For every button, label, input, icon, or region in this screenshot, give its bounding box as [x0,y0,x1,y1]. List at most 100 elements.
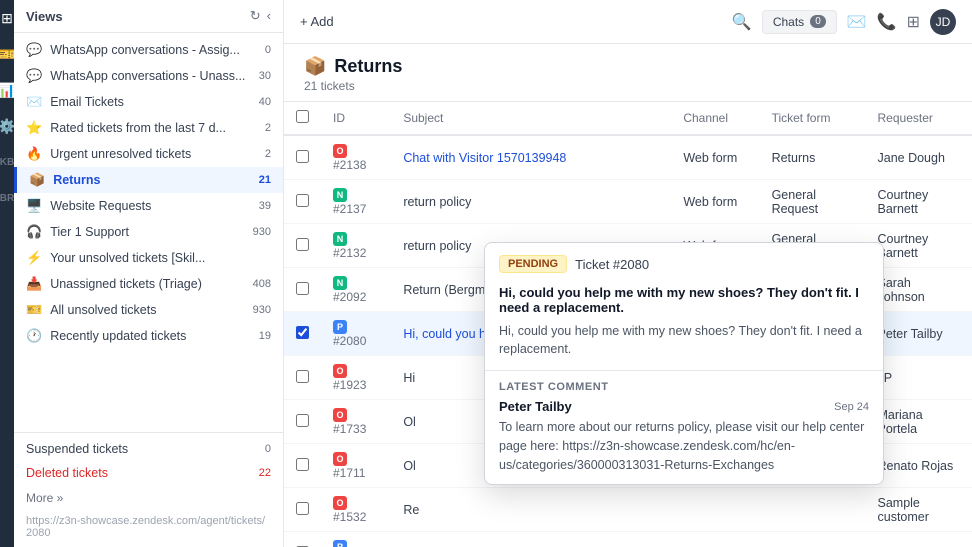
row-checkbox[interactable] [284,532,321,547]
ticket-status-badge: O [333,408,347,422]
sidebar-item-count: 2 [265,148,271,160]
ticket-status-badge: N [333,188,347,202]
row-checkbox[interactable] [284,180,321,224]
ticket-id: O#2138 [321,135,391,180]
row-checkbox[interactable] [284,400,321,444]
sidebar-item-rated-tickets[interactable]: ⭐ Rated tickets from the last 7 d... 2 [14,115,283,141]
chats-label: Chats [773,15,804,29]
ticket-count: 21 tickets [304,79,952,93]
suspended-label: Suspended tickets [26,442,257,456]
table-row[interactable]: N#2137 return policy Web form General Re… [284,180,972,224]
ticket-status-badge: N [333,276,347,290]
sidebar-item-your-unsolved[interactable]: ⚡ Your unsolved tickets [Skil... [14,245,283,271]
row-select-checkbox[interactable] [296,150,309,163]
col-id: ID [321,102,391,135]
sidebar-header: Views ↻ ‹ [14,0,283,33]
row-select-checkbox[interactable] [296,414,309,427]
collapse-icon[interactable]: ‹ [267,8,271,24]
table-row[interactable]: O#2138 Chat with Visitor 1570139948 Web … [284,135,972,180]
add-button[interactable]: + Add [300,14,334,29]
avatar-icon[interactable]: JD [930,9,956,35]
sidebar-item-all-unsolved[interactable]: 🎫 All unsolved tickets 930 [14,297,283,323]
row-select-checkbox[interactable] [296,238,309,251]
ticket-status-badge: N [333,232,347,246]
ticket-subject[interactable]: return policy [391,180,671,224]
sidebar-item-icon: 💬 [26,42,42,58]
popup-comment-section: Latest comment Peter Tailby Sep 24 To le… [485,371,883,484]
sidebar-item-suspended[interactable]: Suspended tickets 0 [14,437,283,461]
row-select-checkbox[interactable] [296,194,309,207]
ticket-channel [671,488,759,532]
row-select-checkbox[interactable] [296,502,309,515]
sidebar-item-count: 30 [259,70,271,82]
refresh-icon[interactable]: ↻ [250,8,261,24]
ticket-status-badge: O [333,452,347,466]
row-checkbox[interactable] [284,224,321,268]
sidebar-divider [14,432,283,433]
ticket-channel: Web form [671,135,759,180]
sidebar-item-icon: ⭐ [26,120,42,136]
row-select-checkbox[interactable] [296,326,309,339]
sidebar-item-label: WhatsApp conversations - Assig... [50,43,257,57]
table-row[interactable]: P#1441 Fa Request Phillip Jordan [284,532,972,547]
sidebar-item-deleted[interactable]: Deleted tickets 22 [14,461,283,485]
ticket-preview-popup: PENDING Ticket #2080 Hi, could you help … [484,242,884,485]
sidebar-item-label: Returns [53,173,251,187]
top-nav: + Add 🔍 Chats 0 ✉️ 📞 ⊞ JD [284,0,972,44]
row-checkbox[interactable] [284,312,321,356]
row-select-checkbox[interactable] [296,458,309,471]
sidebar-item-icon: ⚡ [26,250,42,266]
row-select-checkbox[interactable] [296,282,309,295]
sidebar-item-icon: 💬 [26,68,42,84]
row-checkbox[interactable] [284,268,321,312]
sidebar-item-tier1-support[interactable]: 🎧 Tier 1 Support 930 [14,219,283,245]
ticket-id: O#1733 [321,400,391,444]
deleted-label: Deleted tickets [26,466,251,480]
search-icon[interactable]: 🔍 [732,12,752,32]
sidebar-item-label: Rated tickets from the last 7 d... [50,121,257,135]
sidebar-item-label: Urgent unresolved tickets [50,147,257,161]
sidebar-item-label: Tier 1 Support [50,225,244,239]
sidebar-more[interactable]: More » [14,485,283,511]
row-select-checkbox[interactable] [296,370,309,383]
row-checkbox[interactable] [284,356,321,400]
ticket-subject[interactable]: Chat with Visitor 1570139948 [391,135,671,180]
content-header: 📦 Returns 21 tickets [284,44,972,102]
ticket-form [760,532,866,547]
ticket-table-wrap: ID Subject Channel Ticket form Requester… [284,102,972,547]
page-title: 📦 Returns [304,56,952,77]
popup-ticket-id: Ticket #2080 [575,257,649,272]
select-all-checkbox[interactable] [296,110,309,123]
grid-icon[interactable]: ⊞ [907,12,920,32]
compose-icon[interactable]: ✉️ [847,12,867,32]
ticket-subject[interactable]: Re [391,488,671,532]
chats-button[interactable]: Chats 0 [762,10,837,34]
popup-comment-text: To learn more about our returns policy, … [499,418,869,474]
col-channel: Channel [671,102,759,135]
sidebar-list: 💬 WhatsApp conversations - Assig... 0 💬 … [14,33,283,428]
sidebar-item-unassigned-triage[interactable]: 📥 Unassigned tickets (Triage) 408 [14,271,283,297]
sidebar-item-email-tickets[interactable]: ✉️ Email Tickets 40 [14,89,283,115]
popup-comment-author-row: Peter Tailby Sep 24 [499,399,869,414]
sidebar: Views ↻ ‹ 💬 WhatsApp conversations - Ass… [14,0,284,547]
sidebar-item-website-requests[interactable]: 🖥️ Website Requests 39 [14,193,283,219]
phone-icon[interactable]: 📞 [877,12,897,32]
row-checkbox[interactable] [284,444,321,488]
col-subject: Subject [391,102,671,135]
ticket-form: Returns [760,135,866,180]
sidebar-item-count: 408 [253,278,271,290]
sidebar-item-returns[interactable]: 📦 Returns 21 [14,167,283,193]
sidebar-item-whatsapp-assigned[interactable]: 💬 WhatsApp conversations - Assig... 0 [14,37,283,63]
row-checkbox[interactable] [284,135,321,180]
row-checkbox[interactable] [284,488,321,532]
popup-comment-label: Latest comment [499,381,869,393]
sidebar-item-icon: 📦 [29,172,45,188]
ticket-subject[interactable]: Fa [391,532,671,547]
sidebar-item-recently-updated[interactable]: 🕐 Recently updated tickets 19 [14,323,283,349]
table-row[interactable]: O#1532 Re Sample customer [284,488,972,532]
sidebar-item-urgent-tickets[interactable]: 🔥 Urgent unresolved tickets 2 [14,141,283,167]
sidebar-item-whatsapp-unassigned[interactable]: 💬 WhatsApp conversations - Unass... 30 [14,63,283,89]
checkbox-header[interactable] [284,102,321,135]
ticket-channel: Request [671,532,759,547]
sidebar-item-icon: 🖥️ [26,198,42,214]
